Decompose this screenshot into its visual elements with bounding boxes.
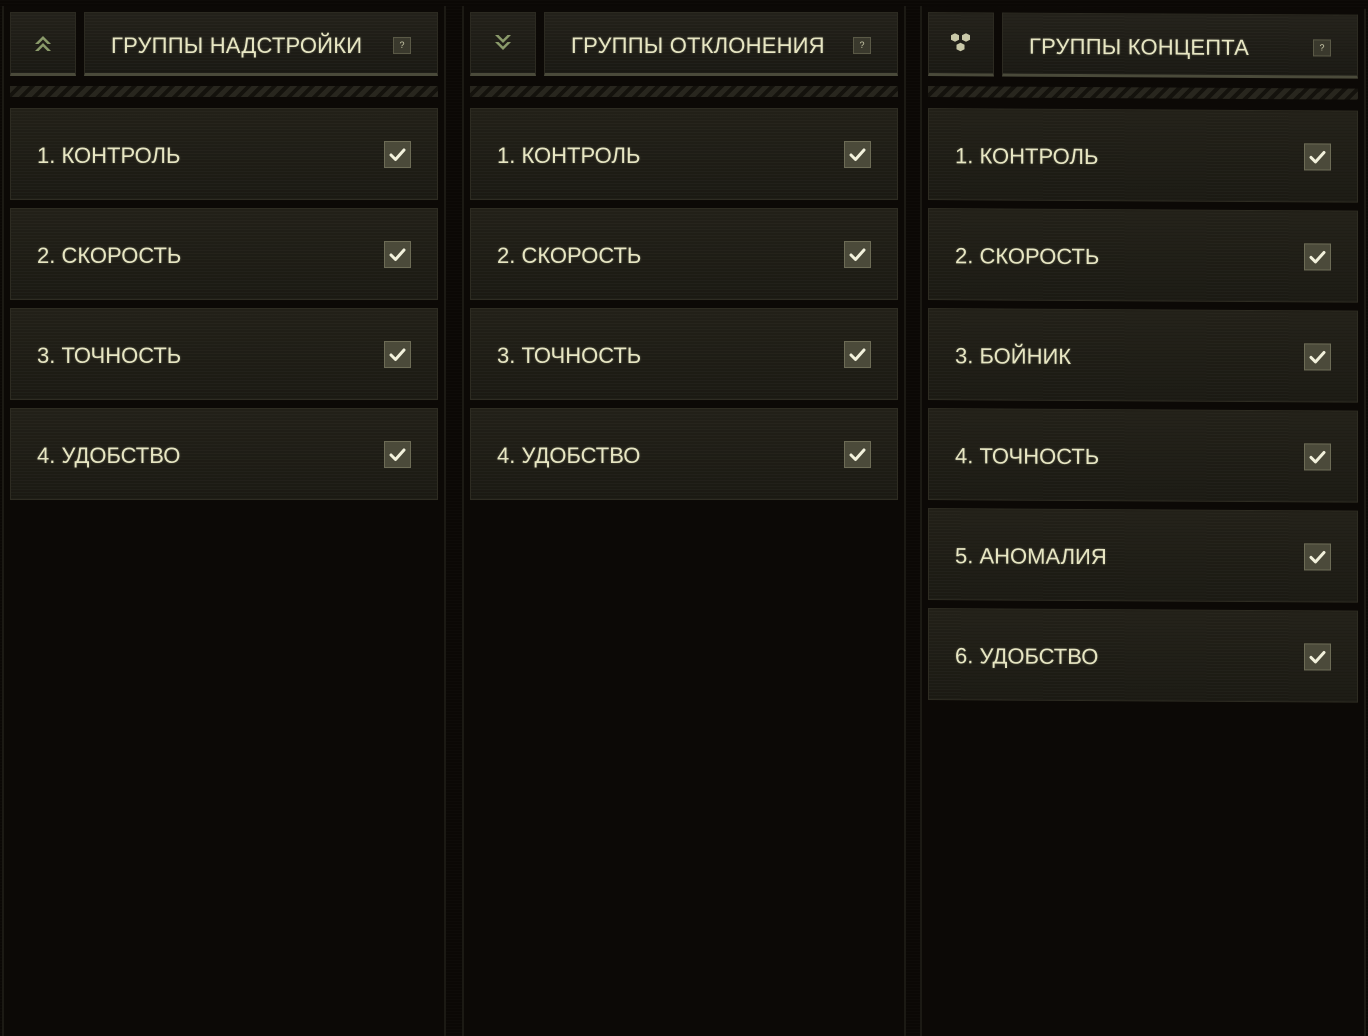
double-chevron-down-icon bbox=[470, 12, 536, 76]
panel-title: ГРУППЫ ОТКЛОНЕНИЯ bbox=[571, 33, 825, 58]
group-item-label: 3. ТОЧНОСТЬ bbox=[37, 343, 182, 368]
check-icon bbox=[1309, 450, 1326, 463]
group-item-label: 2. СКОРОСТЬ bbox=[497, 243, 642, 268]
group-item-comfort[interactable]: 6. УДОБСТВО bbox=[928, 608, 1358, 703]
help-button[interactable]: ? bbox=[1313, 39, 1331, 57]
double-chevron-up-icon bbox=[10, 12, 76, 76]
panel-title-box: ГРУППЫ НАДСТРОЙКИ ? bbox=[84, 12, 438, 76]
group-checkbox[interactable] bbox=[844, 241, 871, 268]
group-item-accuracy[interactable]: 3. ТОЧНОСТЬ bbox=[470, 308, 898, 400]
deviation-groups-panel: ГРУППЫ ОТКЛОНЕНИЯ ? 1. КОНТРОЛЬ 2. СКОРО… bbox=[462, 6, 906, 1036]
group-checkbox[interactable] bbox=[844, 341, 871, 368]
group-item-label: 1. КОНТРОЛЬ bbox=[955, 143, 1099, 170]
group-item-accuracy[interactable]: 4. ТОЧНОСТЬ bbox=[928, 408, 1358, 503]
group-item-comfort[interactable]: 4. УДОБСТВО bbox=[10, 408, 438, 500]
group-checkbox[interactable] bbox=[384, 241, 411, 268]
check-icon bbox=[389, 248, 406, 261]
group-checkbox[interactable] bbox=[1304, 443, 1331, 471]
group-checkbox[interactable] bbox=[1304, 143, 1331, 171]
group-checkbox[interactable] bbox=[844, 441, 871, 468]
check-icon bbox=[1309, 350, 1326, 363]
upgrade-groups-panel: ГРУППЫ НАДСТРОЙКИ ? 1. КОНТРОЛЬ 2. СКОРО… bbox=[2, 6, 446, 1036]
panel-header: ГРУППЫ НАДСТРОЙКИ ? bbox=[10, 12, 438, 78]
group-item-control[interactable]: 1. КОНТРОЛЬ bbox=[470, 108, 898, 200]
hazard-stripe-divider bbox=[928, 86, 1358, 100]
group-item-label: 4. ТОЧНОСТЬ bbox=[955, 443, 1100, 470]
panel-title: ГРУППЫ КОНЦЕПТА bbox=[1029, 33, 1250, 61]
group-checkbox[interactable] bbox=[1304, 643, 1331, 671]
group-list: 1. КОНТРОЛЬ 2. СКОРОСТЬ 3. ТОЧНОСТЬ 4. У… bbox=[10, 108, 438, 508]
group-checkbox[interactable] bbox=[1304, 243, 1331, 271]
check-icon bbox=[1309, 650, 1326, 663]
hazard-stripe-divider bbox=[10, 86, 438, 97]
help-button[interactable]: ? bbox=[393, 37, 411, 54]
check-icon bbox=[1309, 550, 1326, 563]
check-icon bbox=[389, 448, 406, 461]
group-list: 1. КОНТРОЛЬ 2. СКОРОСТЬ 3. ТОЧНОСТЬ 4. У… bbox=[470, 108, 898, 508]
group-settings-screen: ГРУППЫ НАДСТРОЙКИ ? 1. КОНТРОЛЬ 2. СКОРО… bbox=[0, 0, 1368, 1036]
group-item-label: 1. КОНТРОЛЬ bbox=[497, 143, 641, 168]
group-checkbox[interactable] bbox=[384, 141, 411, 168]
panel-header: ГРУППЫ КОНЦЕПТА ? bbox=[928, 12, 1358, 81]
group-item-label: 3. ТОЧНОСТЬ bbox=[497, 343, 642, 368]
group-checkbox[interactable] bbox=[844, 141, 871, 168]
group-item-label: 3. БОЙНИК bbox=[955, 343, 1072, 369]
group-item-control[interactable]: 1. КОНТРОЛЬ bbox=[10, 108, 438, 200]
group-item-speed[interactable]: 2. СКОРОСТЬ bbox=[470, 208, 898, 300]
check-icon bbox=[849, 348, 866, 361]
check-icon bbox=[849, 248, 866, 261]
concept-groups-panel: ГРУППЫ КОНЦЕПТА ? 1. КОНТРОЛЬ 2. СКОРОСТ… bbox=[920, 6, 1366, 1036]
check-icon bbox=[389, 148, 406, 161]
group-item-brawler[interactable]: 3. БОЙНИК bbox=[928, 308, 1358, 403]
group-item-label: 5. АНОМАЛИЯ bbox=[955, 543, 1107, 570]
group-item-label: 2. СКОРОСТЬ bbox=[37, 243, 182, 268]
group-item-control[interactable]: 1. КОНТРОЛЬ bbox=[928, 108, 1358, 203]
group-item-comfort[interactable]: 4. УДОБСТВО bbox=[470, 408, 898, 500]
group-item-label: 4. УДОБСТВО bbox=[37, 443, 181, 468]
hazard-stripe-divider bbox=[470, 86, 898, 97]
group-checkbox[interactable] bbox=[1304, 343, 1331, 371]
panel-title-box: ГРУППЫ ОТКЛОНЕНИЯ ? bbox=[544, 12, 898, 76]
group-item-speed[interactable]: 2. СКОРОСТЬ bbox=[10, 208, 438, 300]
panel-title: ГРУППЫ НАДСТРОЙКИ bbox=[111, 33, 363, 58]
group-item-label: 6. УДОБСТВО bbox=[955, 643, 1099, 670]
group-item-anomaly[interactable]: 5. АНОМАЛИЯ bbox=[928, 508, 1358, 603]
check-icon bbox=[1309, 250, 1326, 263]
group-checkbox[interactable] bbox=[1304, 543, 1331, 571]
check-icon bbox=[849, 448, 866, 461]
check-icon bbox=[849, 148, 866, 161]
group-item-label: 4. УДОБСТВО bbox=[497, 443, 641, 468]
hexagon-cluster-icon bbox=[928, 12, 994, 77]
panel-title-box: ГРУППЫ КОНЦЕПТА ? bbox=[1002, 12, 1358, 79]
check-icon bbox=[1309, 150, 1326, 163]
group-checkbox[interactable] bbox=[384, 441, 411, 468]
group-item-accuracy[interactable]: 3. ТОЧНОСТЬ bbox=[10, 308, 438, 400]
group-checkbox[interactable] bbox=[384, 341, 411, 368]
group-item-speed[interactable]: 2. СКОРОСТЬ bbox=[928, 208, 1358, 303]
group-list: 1. КОНТРОЛЬ 2. СКОРОСТЬ 3. БОЙНИК 4. ТОЧ… bbox=[928, 108, 1358, 711]
group-item-label: 1. КОНТРОЛЬ bbox=[37, 143, 181, 168]
help-button[interactable]: ? bbox=[853, 37, 871, 54]
panel-header: ГРУППЫ ОТКЛОНЕНИЯ ? bbox=[470, 12, 898, 78]
check-icon bbox=[389, 348, 406, 361]
group-item-label: 2. СКОРОСТЬ bbox=[955, 243, 1100, 270]
